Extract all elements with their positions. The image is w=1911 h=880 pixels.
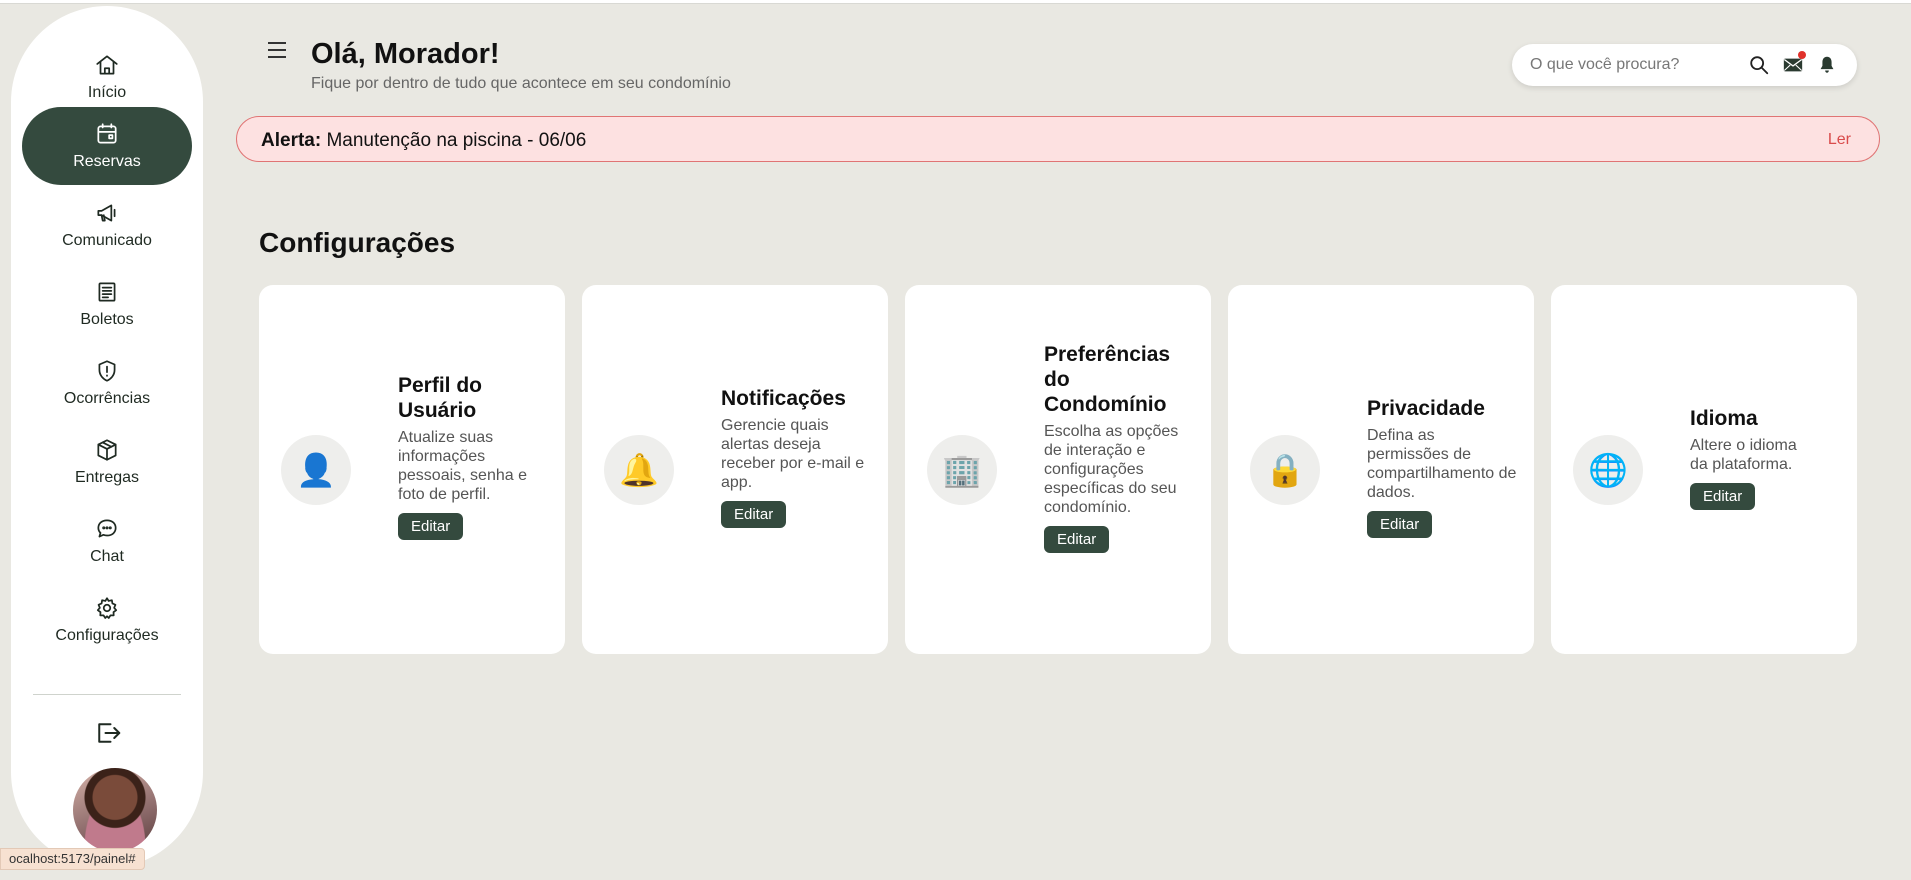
lock-icon: 🔒 [1250,435,1320,505]
card-body: Preferências do Condomínio Escolha as op… [1044,342,1194,553]
search-input[interactable] [1530,52,1750,78]
home-icon [94,52,120,78]
megaphone-icon [94,200,120,226]
sidebar-item-ocorrencias[interactable]: Ocorrências [22,344,192,422]
sidebar-item-reservas[interactable]: Reservas [22,107,192,185]
page-subtitle: Fique por dentro de tudo que acontece em… [311,75,731,92]
edit-button[interactable]: Editar [721,501,787,528]
sidebar-item-label: Comunicado [62,232,152,249]
bell-icon[interactable] [1816,54,1838,76]
gear-icon [94,595,120,621]
card-description: Defina as permissões de compartilhamento… [1367,427,1517,501]
receipt-icon [94,279,120,305]
section-title: Configurações [259,227,456,258]
sidebar-item-label: Reservas [73,153,141,170]
search-bar [1512,44,1857,86]
edit-button[interactable]: Editar [1367,511,1433,538]
card-title: Notificações [721,387,846,410]
sidebar-item-label: Configurações [55,627,159,644]
sidebar-item-boletos[interactable]: Boletos [22,265,192,343]
card-body: Perfil do Usuário Atualize suas informaç… [398,373,548,540]
edit-button[interactable]: Editar [398,513,464,540]
sidebar-divider [33,694,181,695]
card-description: Escolha as opções de interação e configu… [1044,423,1179,516]
avatar[interactable] [71,766,159,854]
menu-toggle-button[interactable] [268,42,288,60]
sidebar-item-label: Início [87,84,127,101]
page-title: Olá, Morador! [311,38,500,70]
mail-unread-badge [1798,51,1806,59]
alert-message: Manutenção na piscina - 06/06 [326,130,587,151]
card-description: Atualize suas informações pessoais, senh… [398,429,527,503]
mail-icon[interactable] [1782,51,1806,76]
card-title: Preferências do Condomínio [1044,343,1171,416]
alert-banner: Alerta: Manutenção na piscina - 06/06 Le… [236,116,1880,162]
shield-alert-icon [94,358,120,384]
bell-icon: 🔔 [604,435,674,505]
card-description: Altere o idioma da plataforma. [1690,437,1797,473]
hamburger-icon [268,42,286,44]
sidebar-item-entregas[interactable]: Entregas [22,423,192,501]
sidebar-item-comunicado[interactable]: Comunicado [22,186,192,264]
hamburger-icon-line [268,49,286,51]
alert-read-link[interactable]: Ler [1828,131,1851,149]
sidebar-item-label: Boletos [80,311,134,328]
hamburger-icon-line [268,56,286,58]
card-body: Privacidade Defina as permissões de comp… [1367,396,1517,538]
edit-button[interactable]: Editar [1690,483,1756,510]
settings-card-idioma: 🌐 Idioma Altere o idioma da plataforma. … [1551,285,1857,654]
card-title: Privacidade [1367,397,1485,420]
sidebar-item-label: Ocorrências [63,390,151,407]
settings-card-preferencias: 🏢 Preferências do Condomínio Escolha as … [905,285,1211,654]
sidebar: Início Reservas Comunicado Boletos Ocorr… [11,6,203,868]
card-body: Notificações Gerencie quais alertas dese… [721,386,871,528]
alert-label: Alerta: [261,130,322,151]
card-title: Perfil do Usuário [398,374,483,422]
building-icon: 🏢 [927,435,997,505]
browser-top-edge [0,0,1911,4]
settings-card-privacidade: 🔒 Privacidade Defina as permissões de co… [1228,285,1534,654]
alert-text: Alerta: Manutenção na piscina - 06/06 [261,130,586,152]
card-body: Idioma Altere o idioma da plataforma. Ed… [1690,406,1810,510]
logout-button[interactable] [93,718,123,748]
calendar-icon [94,121,120,147]
card-title: Idioma [1690,407,1758,430]
sidebar-item-chat[interactable]: Chat [22,502,192,580]
package-icon [94,437,120,463]
sidebar-item-inicio[interactable]: Início [22,38,192,116]
sidebar-item-label: Chat [90,548,124,565]
settings-card-notificacoes: 🔔 Notificações Gerencie quais alertas de… [582,285,888,654]
user-icon: 👤 [281,435,351,505]
card-description: Gerencie quais alertas deseja receber po… [721,417,865,491]
search-icon[interactable] [1748,54,1770,76]
logout-icon [98,723,121,743]
globe-icon: 🌐 [1573,435,1643,505]
sidebar-item-configuracoes[interactable]: Configurações [22,581,192,659]
settings-card-perfil: 👤 Perfil do Usuário Atualize suas inform… [259,285,565,654]
status-url-hint: ocalhost:5173/painel# [0,848,145,870]
chat-bubble-icon [94,516,120,542]
sidebar-item-label: Entregas [74,469,140,486]
edit-button[interactable]: Editar [1044,526,1110,553]
